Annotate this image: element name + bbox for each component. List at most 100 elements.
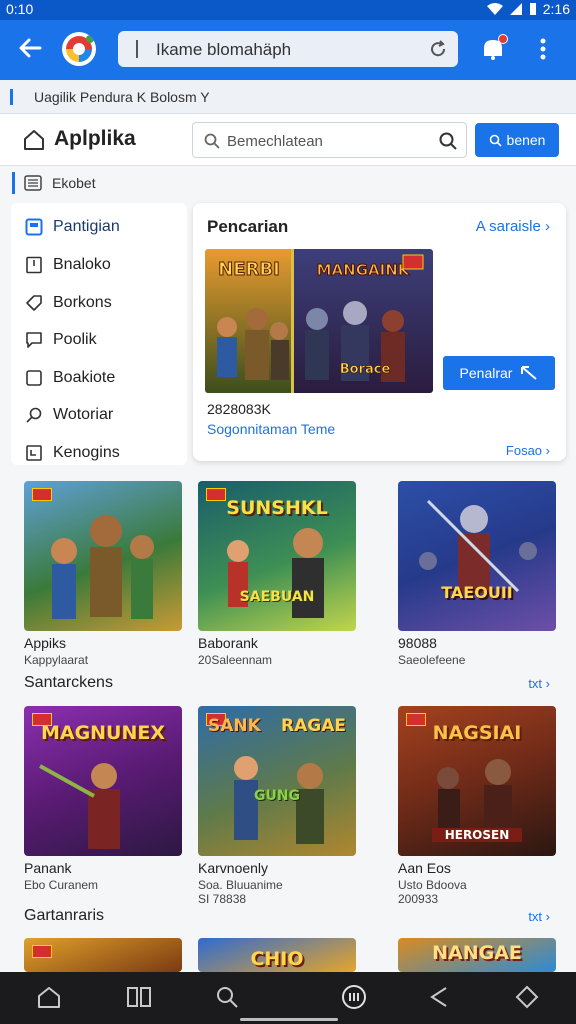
address-bar[interactable]: Ikame blomahäph [118, 31, 458, 67]
sidebar-item-borkons[interactable]: Borkons [25, 290, 112, 316]
section-label: Ekobet [0, 170, 576, 196]
app-thumbnail[interactable]: SANK RAGAE GUNG [198, 706, 356, 856]
sidebar-item-bnaloko[interactable]: Bnaloko [25, 252, 111, 278]
app-thumbnail[interactable]: TAEOUII [398, 481, 556, 631]
app-art-title: TAEOUII [441, 583, 513, 602]
app-thumbnail[interactable]: CHIO [198, 938, 356, 972]
panel-see-all-link[interactable]: A saraisle › [476, 218, 550, 235]
app-card[interactable]: NANGAE [398, 938, 556, 972]
search-submit-icon[interactable] [438, 131, 458, 151]
app-card[interactable]: CHIO [198, 938, 356, 972]
app-art [234, 756, 324, 844]
notification-dot [498, 34, 508, 44]
status-bar: 0:10 2:16 [0, 0, 576, 20]
app-thumbnail[interactable]: MAGNUNEX [24, 706, 182, 856]
search-icon[interactable] [214, 984, 240, 1010]
app-card[interactable]: SUNSHKL SAEBUAN Baborank 20Saleennam [198, 481, 356, 667]
app-name: Karvnoenly [198, 860, 269, 876]
section-more-link[interactable]: txt › [528, 676, 550, 691]
section-accent [12, 172, 15, 194]
chat-icon [26, 332, 42, 348]
text-cursor [136, 40, 138, 58]
panel-link-label: A saraisle [475, 218, 541, 235]
notifications-button[interactable] [480, 34, 508, 62]
featured-image[interactable]: NERBI MANGAINK Borace [205, 249, 433, 393]
system-navigation-bar [0, 972, 576, 1024]
app-name: Baborank [198, 635, 258, 651]
app-card[interactable]: TAEOUII 98088 Saeolefeene [398, 481, 556, 667]
sidebar-item-wotoriar[interactable]: Wotoriar [25, 402, 113, 428]
app-art [39, 763, 120, 849]
sidebar-item-label: Kenogins [53, 444, 120, 461]
back-icon[interactable] [426, 984, 452, 1010]
sidebar-item-boakiote[interactable]: Boakiote [25, 365, 115, 391]
app-art-subtitle: SAEBUAN [239, 589, 315, 605]
app-thumbnail[interactable]: NANGAE [398, 938, 556, 972]
calendar-icon [26, 445, 42, 461]
app-subtitle: Soa. Bluuanime [198, 878, 283, 892]
app-card[interactable]: NAGSIAI HEROSEN Aan Eos Usto Bdoova 2009… [398, 706, 556, 906]
recents-icon[interactable] [126, 984, 152, 1010]
sidebar-item-label: Poolik [53, 331, 97, 348]
panel-subtitle-link[interactable]: Sogonnitaman Teme [207, 421, 335, 437]
wifi-icon [486, 3, 503, 15]
status-time: 0:10 [6, 1, 34, 17]
featured-art-bottom-text: Borace [340, 362, 391, 377]
grid-icon [25, 218, 43, 236]
app-thumbnail[interactable]: SUNSHKL SAEBUAN [198, 481, 356, 631]
search-button-label: benen [506, 132, 546, 148]
more-vert-icon[interactable] [533, 36, 553, 62]
app-name: 98088 [398, 635, 437, 651]
sidebar-item-label: Wotoriar [53, 406, 114, 423]
app-card[interactable]: Appiks Kappylaarat [24, 481, 182, 667]
home-icon[interactable] [22, 128, 46, 152]
section-more-label: txt [528, 676, 543, 691]
featured-art-left-text: NERBI [218, 259, 280, 280]
section-heading: Gartanraris [24, 907, 105, 924]
sidebar-item-poolik[interactable]: Poolik [25, 327, 97, 353]
home-icon[interactable] [36, 984, 62, 1010]
featured-art-right-text: MANGAINK [317, 261, 411, 279]
breadcrumb-text[interactable]: Uagilik Pendura K Bolosm Y [34, 89, 210, 105]
search-button[interactable]: benen [475, 123, 559, 157]
search-placeholder: Bemechlatean [227, 133, 323, 150]
app-subtitle: Usto Bdoova [398, 878, 467, 892]
featured-artwork: NERBI MANGAINK Borace [205, 249, 433, 393]
bookmark-icon [10, 89, 26, 105]
app-art-title: NANGAE [432, 942, 522, 964]
reload-icon[interactable] [428, 39, 448, 59]
signal-icon [509, 3, 522, 15]
app-name: Aan Eos [398, 860, 451, 876]
app-thumbnail[interactable]: NAGSIAI HEROSEN [398, 706, 556, 856]
app-card[interactable] [24, 938, 182, 972]
search-input[interactable]: Bemechlatean [192, 122, 467, 158]
panel-more-link[interactable]: Fosao › [506, 443, 550, 458]
site-logo-icon[interactable] [62, 32, 96, 66]
search-icon [26, 407, 42, 423]
assistant-icon[interactable] [514, 984, 540, 1010]
back-arrow-icon[interactable] [16, 34, 44, 62]
address-text: Ikame blomahäph [156, 40, 292, 59]
gesture-bar[interactable] [240, 1018, 338, 1021]
app-name: Panank [24, 860, 72, 876]
app-card[interactable]: SANK RAGAE GUNG Karvnoenly Soa. Bluuanim… [198, 706, 356, 906]
apps-icon[interactable] [341, 984, 367, 1010]
section-more-label: txt [528, 909, 543, 924]
app-card[interactable]: MAGNUNEX Panank Ebo Curanem [24, 706, 182, 892]
list-icon [24, 175, 42, 191]
app-thumbnail[interactable] [24, 481, 182, 631]
panel-more-label: Fosao [505, 443, 543, 458]
app-subtitle: Kappylaarat [24, 653, 89, 667]
section-label-text: Ekobet [52, 175, 96, 191]
app-art [51, 515, 154, 619]
sidebar-item-kenogins[interactable]: Kenogins [25, 440, 120, 466]
app-thumbnail[interactable] [24, 938, 182, 972]
app-art [419, 499, 537, 593]
panel-action-button[interactable]: Penalrar [443, 356, 555, 390]
app-art-subtitle: GUNG [253, 788, 301, 804]
cursor-icon [521, 366, 538, 380]
section-more-link[interactable]: txt › [528, 909, 550, 924]
sidebar-item-label: Borkons [53, 294, 112, 311]
browser-toolbar: Ikame blomahäph [0, 20, 576, 80]
sidebar-item-pantigian[interactable]: Pantigian [25, 214, 120, 240]
